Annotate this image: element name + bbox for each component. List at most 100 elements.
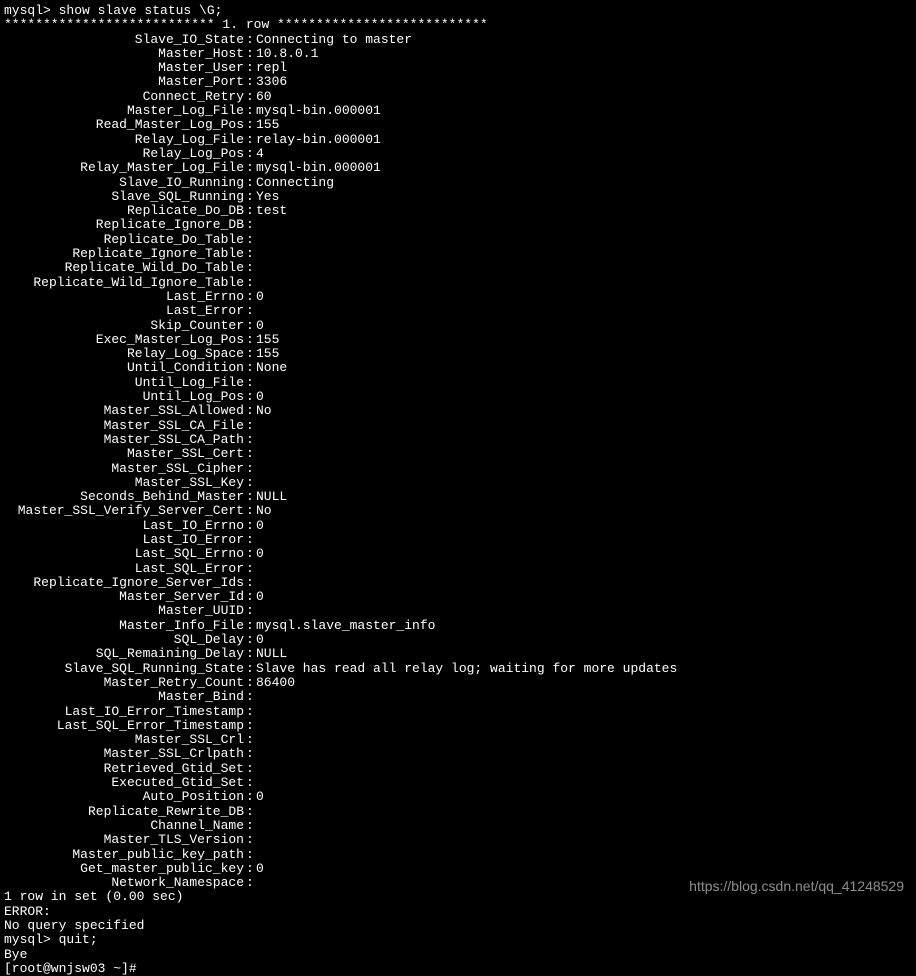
status-row: Get_master_public_key:0 xyxy=(4,862,912,876)
status-key: Skip_Counter xyxy=(4,319,246,333)
terminal-output[interactable]: mysql> show slave status \G; ***********… xyxy=(4,4,912,976)
error-text-line: No query specified xyxy=(4,919,912,933)
status-key: Master_Retry_Count xyxy=(4,676,246,690)
status-key: Master_Port xyxy=(4,75,246,89)
status-row: Master_Host:10.8.0.1 xyxy=(4,47,912,61)
status-value: No xyxy=(254,404,272,418)
status-value: mysql-bin.000001 xyxy=(254,161,381,175)
status-value: 10.8.0.1 xyxy=(254,47,318,61)
status-key: Last_IO_Errno xyxy=(4,519,246,533)
status-value xyxy=(254,261,256,275)
status-colon: : xyxy=(246,862,254,876)
status-colon: : xyxy=(246,218,254,232)
status-key: Last_Errno xyxy=(4,290,246,304)
status-colon: : xyxy=(246,276,254,290)
status-row: Seconds_Behind_Master:NULL xyxy=(4,490,912,504)
status-colon: : xyxy=(246,848,254,862)
status-row: Slave_IO_Running:Connecting xyxy=(4,176,912,190)
status-value xyxy=(254,419,256,433)
status-key: Relay_Log_Space xyxy=(4,347,246,361)
status-key: Master_SSL_Crl xyxy=(4,733,246,747)
status-value: 0 xyxy=(254,390,264,404)
status-colon: : xyxy=(246,233,254,247)
shell-prompt-line[interactable]: [root@wnjsw03 ~]# xyxy=(4,962,912,976)
status-row: Master_Port:3306 xyxy=(4,75,912,89)
status-row: Master_SSL_Crlpath: xyxy=(4,747,912,761)
status-key: Until_Log_Pos xyxy=(4,390,246,404)
status-colon: : xyxy=(246,819,254,833)
status-key: Master_SSL_Cipher xyxy=(4,462,246,476)
status-key: Relay_Log_File xyxy=(4,133,246,147)
status-colon: : xyxy=(246,204,254,218)
status-colon: : xyxy=(246,347,254,361)
error-label-line: ERROR: xyxy=(4,905,912,919)
status-key: Master_SSL_Cert xyxy=(4,447,246,461)
status-colon: : xyxy=(246,490,254,504)
status-row: Master_Bind: xyxy=(4,690,912,704)
status-key: Master_SSL_Key xyxy=(4,476,246,490)
status-value: Slave has read all relay log; waiting fo… xyxy=(254,662,677,676)
status-value xyxy=(254,819,256,833)
status-key: Replicate_Do_Table xyxy=(4,233,246,247)
status-key: Slave_IO_State xyxy=(4,33,246,47)
bye-line: Bye xyxy=(4,948,912,962)
status-colon: : xyxy=(246,404,254,418)
status-value: 0 xyxy=(254,319,264,333)
status-row: Relay_Master_Log_File:mysql-bin.000001 xyxy=(4,161,912,175)
status-value: 3306 xyxy=(254,75,287,89)
status-colon: : xyxy=(246,476,254,490)
status-colon: : xyxy=(246,190,254,204)
status-colon: : xyxy=(246,676,254,690)
status-value: 60 xyxy=(254,90,272,104)
status-key: Replicate_Wild_Do_Table xyxy=(4,261,246,275)
status-value: Connecting xyxy=(254,176,334,190)
status-value xyxy=(254,733,256,747)
status-colon: : xyxy=(246,75,254,89)
status-row: Slave_IO_State:Connecting to master xyxy=(4,33,912,47)
status-value: 0 xyxy=(254,590,264,604)
status-colon: : xyxy=(246,876,254,890)
status-key: Auto_Position xyxy=(4,790,246,804)
status-key: Master_SSL_CA_Path xyxy=(4,433,246,447)
status-key: Replicate_Rewrite_DB xyxy=(4,805,246,819)
status-value xyxy=(254,876,256,890)
status-key: Last_IO_Error xyxy=(4,533,246,547)
status-row: Master_SSL_Key: xyxy=(4,476,912,490)
status-row: SQL_Remaining_Delay:NULL xyxy=(4,647,912,661)
status-key: Master_Server_Id xyxy=(4,590,246,604)
status-row: Master_Log_File:mysql-bin.000001 xyxy=(4,104,912,118)
status-colon: : xyxy=(246,247,254,261)
status-colon: : xyxy=(246,290,254,304)
status-row: Last_IO_Error_Timestamp: xyxy=(4,705,912,719)
status-key: Master_SSL_Verify_Server_Cert xyxy=(4,504,246,518)
status-key: Replicate_Ignore_Table xyxy=(4,247,246,261)
status-key: Last_Error xyxy=(4,304,246,318)
status-value xyxy=(254,747,256,761)
status-row: Master_SSL_CA_File: xyxy=(4,419,912,433)
status-value: 0 xyxy=(254,633,264,647)
status-colon: : xyxy=(246,805,254,819)
status-key: Replicate_Ignore_DB xyxy=(4,218,246,232)
status-value: 0 xyxy=(254,862,264,876)
status-colon: : xyxy=(246,133,254,147)
status-row: Last_IO_Error: xyxy=(4,533,912,547)
status-value xyxy=(254,719,256,733)
status-value: repl xyxy=(254,61,287,75)
status-key: Channel_Name xyxy=(4,819,246,833)
status-key: Slave_SQL_Running_State xyxy=(4,662,246,676)
status-value: 155 xyxy=(254,118,279,132)
status-value: mysql-bin.000001 xyxy=(254,104,381,118)
status-row: Last_IO_Errno:0 xyxy=(4,519,912,533)
status-key: Exec_Master_Log_Pos xyxy=(4,333,246,347)
status-value: 4 xyxy=(254,147,264,161)
status-value xyxy=(254,233,256,247)
status-value xyxy=(254,776,256,790)
status-colon: : xyxy=(246,633,254,647)
status-row: Last_SQL_Error_Timestamp: xyxy=(4,719,912,733)
status-row: Master_SSL_Allowed:No xyxy=(4,404,912,418)
status-key: Read_Master_Log_Pos xyxy=(4,118,246,132)
status-row: Slave_SQL_Running:Yes xyxy=(4,190,912,204)
status-row: Master_Retry_Count:86400 xyxy=(4,676,912,690)
status-row: Replicate_Ignore_Server_Ids: xyxy=(4,576,912,590)
status-colon: : xyxy=(246,590,254,604)
